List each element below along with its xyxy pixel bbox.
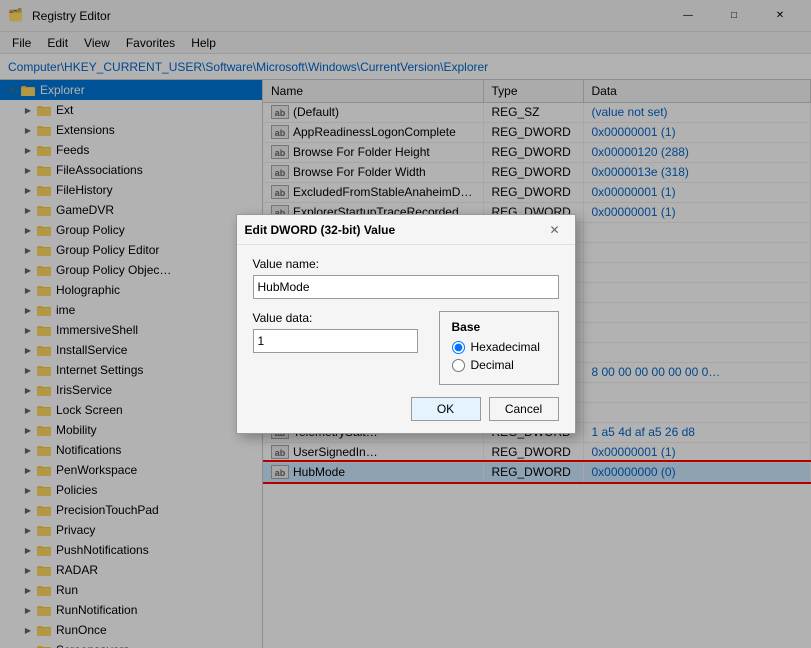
- edit-dword-dialog: Edit DWORD (32-bit) Value ✕ Value name: …: [236, 214, 576, 434]
- hexadecimal-radio[interactable]: [452, 341, 465, 354]
- dec-radio-row: Decimal: [452, 358, 546, 372]
- dialog-close-button[interactable]: ✕: [543, 218, 567, 242]
- hex-radio-row: Hexadecimal: [452, 340, 546, 354]
- value-name-label: Value name:: [253, 257, 559, 271]
- dialog-buttons: OK Cancel: [253, 397, 559, 421]
- dec-label: Decimal: [471, 358, 514, 372]
- ok-button[interactable]: OK: [411, 397, 481, 421]
- hex-label: Hexadecimal: [471, 340, 540, 354]
- dialog-body: Value name: Value data: Base Hexadecimal…: [237, 245, 575, 433]
- value-data-input[interactable]: [253, 329, 418, 353]
- cancel-button[interactable]: Cancel: [489, 397, 559, 421]
- dialog-title-bar: Edit DWORD (32-bit) Value ✕: [237, 215, 575, 245]
- value-name-input[interactable]: [253, 275, 559, 299]
- value-data-row: Value data: Base Hexadecimal Decimal: [253, 311, 559, 385]
- base-title: Base: [452, 320, 546, 334]
- dialog-title: Edit DWORD (32-bit) Value: [245, 223, 543, 237]
- dialog-overlay: Edit DWORD (32-bit) Value ✕ Value name: …: [0, 0, 811, 648]
- base-group: Base Hexadecimal Decimal: [439, 311, 559, 385]
- decimal-radio[interactable]: [452, 359, 465, 372]
- value-data-label: Value data:: [253, 311, 427, 325]
